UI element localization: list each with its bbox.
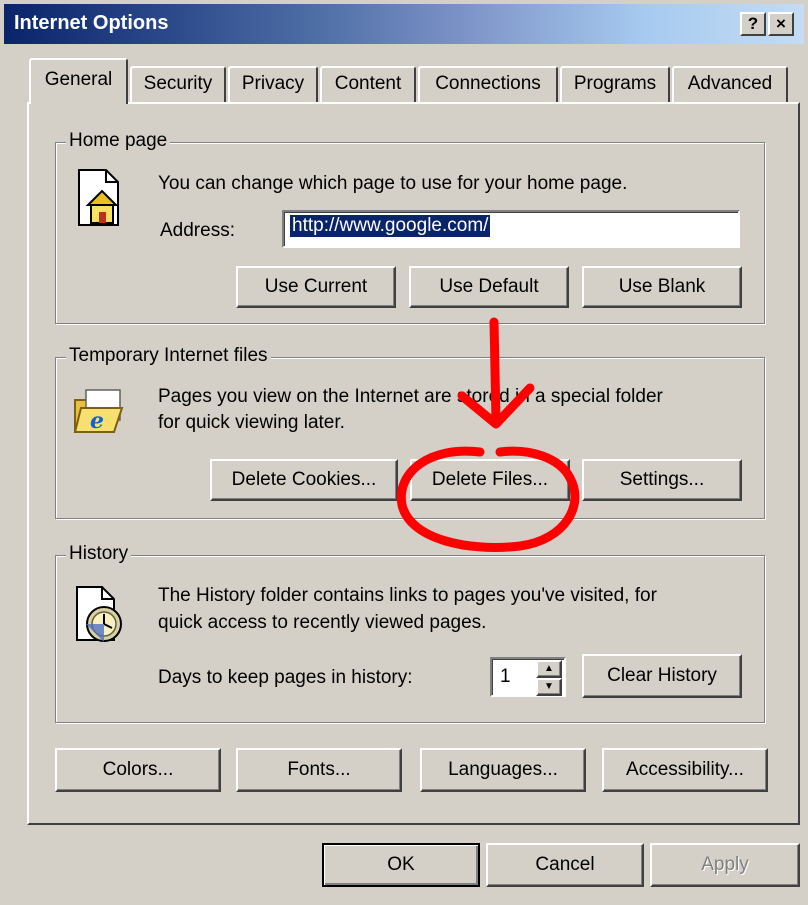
temp-files-legend: Temporary Internet files [66,345,271,367]
history-description-1: The History folder contains links to pag… [158,585,657,606]
window-title: Internet Options [14,12,169,34]
fonts-button[interactable]: Fonts... [236,748,402,792]
use-current-button[interactable]: Use Current [236,266,396,308]
home-page-icon [78,169,119,226]
tab-advanced[interactable]: Advanced [672,66,788,102]
tab-security[interactable]: Security [130,66,226,102]
home-page-legend: Home page [66,130,171,152]
temp-files-description-2: for quick viewing later. [158,412,345,433]
temp-files-folder-icon: e [73,389,124,434]
tab-privacy[interactable]: Privacy [228,66,318,102]
days-up-button[interactable]: ▲ [536,660,562,678]
colors-button[interactable]: Colors... [55,748,221,792]
days-value: 1 [500,666,511,687]
clear-history-button[interactable]: Clear History [582,654,742,698]
ok-button[interactable]: OK [322,843,480,887]
address-value: http://www.google.com/ [290,215,491,237]
delete-files-button[interactable]: Delete Files... [410,459,570,501]
title-bar[interactable]: Internet Options ? × [4,4,804,44]
tab-general[interactable]: General [29,58,128,104]
help-button[interactable]: ? [740,12,766,36]
days-spinner[interactable]: 1 ▲ ▼ [490,657,566,697]
internet-options-dialog: Internet Options ? × General Security Pr… [0,0,808,905]
svg-text:e: e [90,408,104,434]
arrow-up-icon: ▲ [544,663,554,674]
use-blank-button[interactable]: Use Blank [582,266,742,308]
close-button[interactable]: × [768,12,794,36]
settings-button[interactable]: Settings... [582,459,742,501]
days-label: Days to keep pages in history: [158,667,413,688]
history-description-2: quick access to recently viewed pages. [158,612,487,633]
temp-files-description-1: Pages you view on the Internet are store… [158,386,663,407]
use-default-button[interactable]: Use Default [409,266,569,308]
tab-programs[interactable]: Programs [560,66,670,102]
delete-cookies-button[interactable]: Delete Cookies... [210,459,398,501]
address-label: Address: [160,220,235,241]
history-icon [76,586,122,642]
cancel-button[interactable]: Cancel [486,843,644,887]
arrow-down-icon: ▼ [544,681,554,692]
tab-connections[interactable]: Connections [418,66,558,102]
languages-button[interactable]: Languages... [420,748,586,792]
history-legend: History [66,543,132,565]
apply-button[interactable]: Apply [650,843,800,887]
accessibility-button[interactable]: Accessibility... [602,748,768,792]
home-page-description: You can change which page to use for you… [158,173,628,194]
days-down-button[interactable]: ▼ [536,678,562,696]
address-field[interactable]: http://www.google.com/ [282,210,740,248]
tab-content[interactable]: Content [320,66,416,102]
